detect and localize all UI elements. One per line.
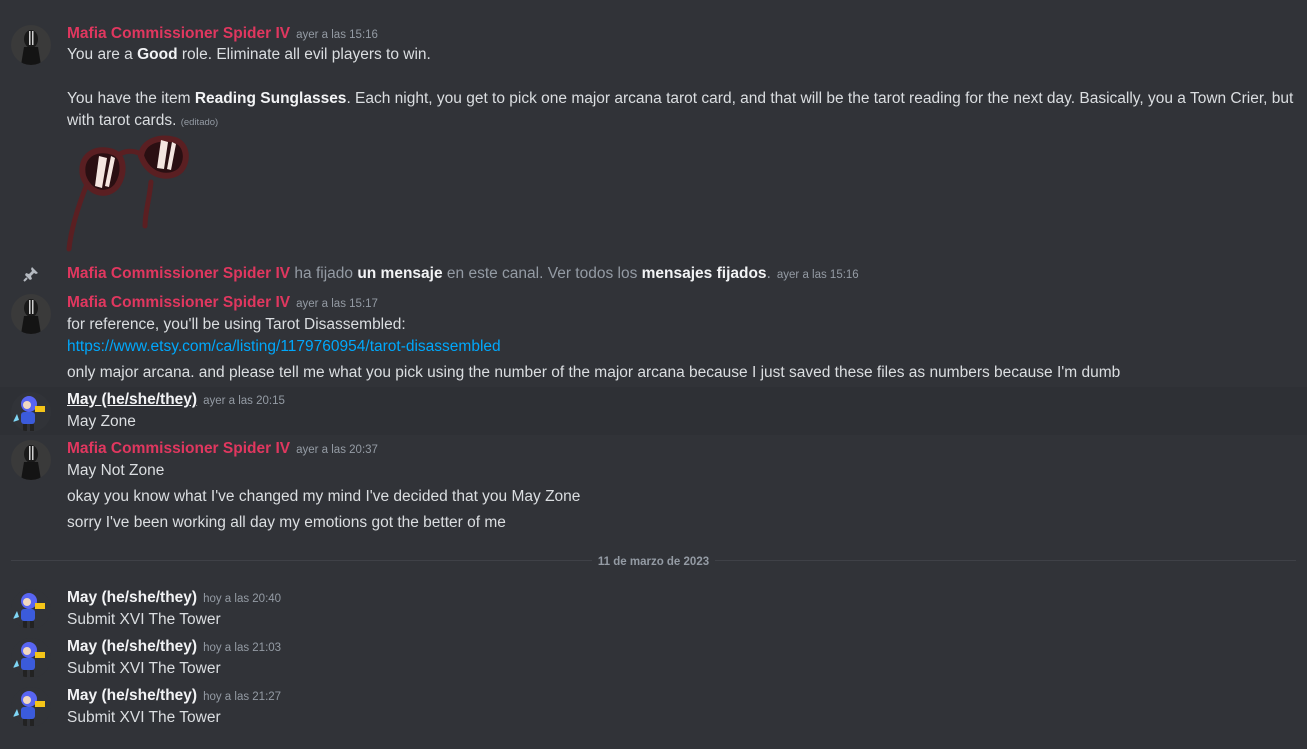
pinned-messages-link[interactable]: mensajes fijados [642,265,767,282]
edited-label: (editado) [180,117,219,128]
sunglasses-image[interactable] [65,134,190,254]
etsy-link[interactable]: https://www.etsy.com/ca/listing/11797609… [67,337,501,357]
timestamp: ayer a las 15:16 [776,269,859,281]
message-text: You have the item Reading Sunglasses. Ea… [67,90,1294,107]
timestamp: ayer a las 20:15 [203,395,285,407]
timestamp: ayer a las 20:37 [296,444,378,456]
timestamp: ayer a las 15:17 [296,298,378,310]
avatar[interactable] [11,25,51,65]
timestamp: hoy a las 21:03 [203,642,282,654]
avatar[interactable] [11,687,51,727]
avatar[interactable] [11,294,51,334]
avatar[interactable] [11,638,51,678]
message-text: only major arcana. and please tell me wh… [67,364,1121,381]
pin-system-message: Mafia Commissioner Spider IV ha fijado u… [0,264,1307,284]
timestamp: hoy a las 21:27 [203,691,282,703]
date-divider: 11 de marzo de 2023 [0,552,1307,570]
username[interactable]: Mafia Commissioner Spider IV [67,265,290,282]
pin-icon [23,266,39,287]
username[interactable]: Mafia Commissioner Spider IV [67,25,290,42]
message-text: for reference, you'll be using Tarot Dis… [67,316,406,333]
message-text: okay you know what I've changed my mind … [67,488,581,505]
avatar[interactable] [11,392,51,432]
message-text: Submit XVI The Tower [67,660,221,677]
message-text: May Zone [67,413,136,430]
username[interactable]: May (he/she/they) [67,589,197,606]
username[interactable]: May (he/she/they) [67,638,197,655]
message-text: with tarot cards. (editado) [67,112,219,129]
message-text: sorry I've been working all day my emoti… [67,514,506,531]
avatar[interactable] [11,589,51,629]
timestamp: ayer a las 15:16 [296,29,378,41]
username[interactable]: Mafia Commissioner Spider IV [67,440,290,457]
timestamp: hoy a las 20:40 [203,593,282,605]
username[interactable]: Mafia Commissioner Spider IV [67,294,290,311]
username[interactable]: May (he/she/they) [67,391,197,408]
username[interactable]: May (he/she/they) [67,687,197,704]
message-text: May Not Zone [67,462,165,479]
message-text: Submit XVI The Tower [67,709,221,726]
message-text: Submit XVI The Tower [67,611,221,628]
pinned-message-link[interactable]: un mensaje [357,265,442,282]
avatar[interactable] [11,440,51,480]
message-text: You are a Good role. Eliminate all evil … [67,46,431,63]
